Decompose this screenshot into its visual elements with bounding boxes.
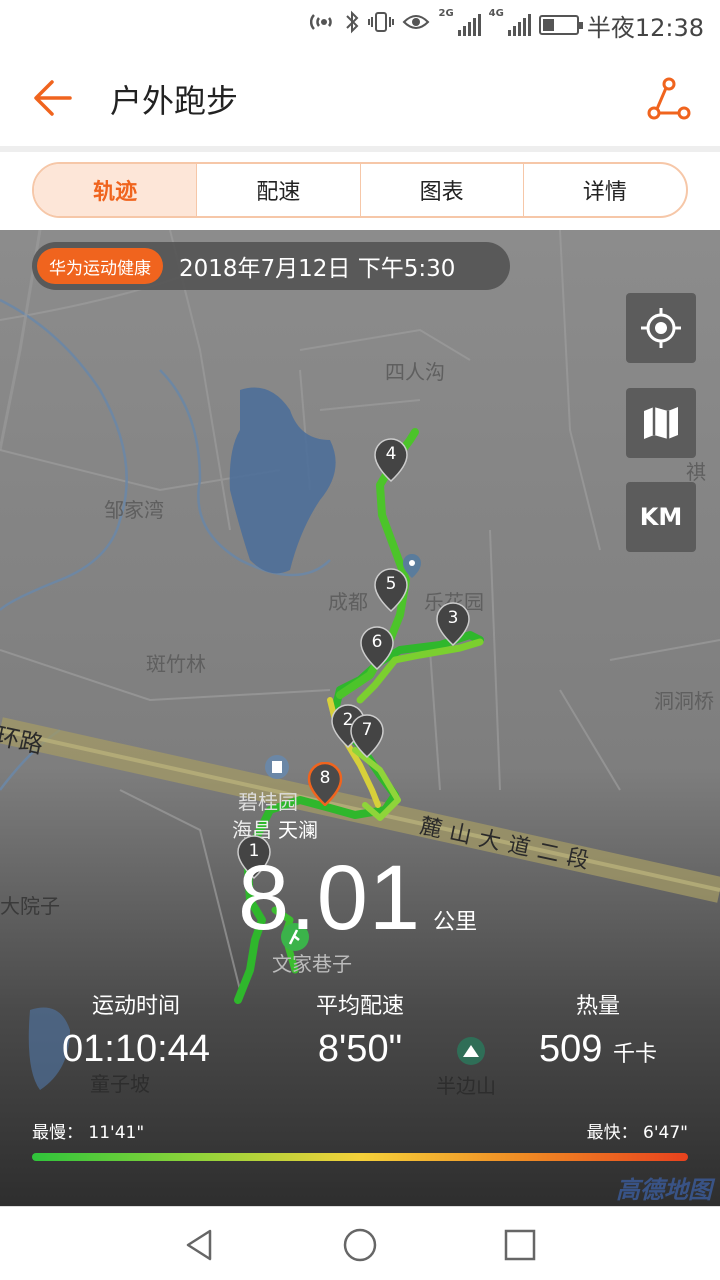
distance-value: 8.01: [238, 847, 422, 949]
pace-gradient-bar: [32, 1153, 688, 1161]
system-nav-bar: [0, 1206, 720, 1280]
map-label-dongdongqiao: 洞洞桥: [654, 689, 714, 713]
signal-icon: [457, 14, 481, 36]
map-label-biguiyuan: 碧桂园: [238, 790, 298, 814]
map-icon: [644, 407, 678, 439]
marker-label: 5: [385, 574, 397, 594]
battery-icon: [538, 15, 583, 35]
pace-scale: 最慢： 11'41" 最快： 6'47": [32, 1118, 688, 1161]
bluetooth-icon: [344, 10, 360, 40]
map-label-tongzipo: 童子坡: [90, 1072, 150, 1096]
marker-label: 6: [371, 632, 383, 652]
route-map[interactable]: 四人沟 邹家湾 斑竹林 成都 乐花园 洞洞桥 祺 环路 碧桂园 海昌 天澜 大院…: [0, 230, 720, 1206]
marker-label: 7: [361, 720, 373, 740]
page-title: 户外跑步: [110, 82, 239, 120]
pace-value: 8'50": [317, 1028, 403, 1070]
locate-icon: [641, 308, 681, 348]
duration-value: 01:10:44: [62, 1028, 210, 1070]
source-badge: 华为运动健康: [37, 248, 163, 284]
km-marker-5[interactable]: 5: [373, 568, 409, 612]
map-label-dayuanzi: 大院子: [0, 894, 60, 918]
calories-value: 509: [539, 1028, 603, 1070]
share-button[interactable]: [646, 76, 692, 122]
app-header: 户外跑步: [0, 50, 720, 146]
stat-duration: 运动时间 01:10:44: [26, 988, 246, 1071]
slowest-pace: 最慢： 11'41": [32, 1123, 145, 1143]
locate-button[interactable]: [626, 293, 696, 363]
status-bar: 2G 4G 半夜12:38: [0, 0, 720, 50]
share-icon: [647, 77, 691, 120]
fastest-pace: 最快： 6'47": [586, 1123, 688, 1143]
km-marker-8[interactable]: 8: [307, 762, 343, 806]
stat-calories: 热量 509 千卡: [488, 988, 708, 1071]
map-label-sirengou: 四人沟: [385, 360, 445, 384]
vibrate-icon: [368, 10, 395, 40]
nav-home-button[interactable]: [340, 1225, 380, 1265]
calories-value-wrap: 509 千卡: [488, 1028, 708, 1071]
distance-unit: 公里: [433, 910, 478, 935]
nav-recents-button[interactable]: [500, 1225, 540, 1265]
map-label-zoujiawan: 邹家湾: [104, 498, 164, 522]
stat-pace: 平均配速 8'50": [250, 988, 470, 1071]
marker-label: 4: [385, 444, 397, 464]
distance-block: 8.01 公里: [238, 846, 477, 951]
map-provider-logo: 高德地图: [616, 1176, 712, 1204]
network-type-2: 4G: [488, 8, 504, 19]
back-button[interactable]: [30, 76, 78, 120]
status-time: 半夜12:38: [586, 13, 704, 42]
nav-home-icon: [343, 1228, 377, 1262]
building-poi-icon: [265, 755, 289, 779]
pace-label: 平均配速: [315, 994, 404, 1019]
duration-label: 运动时间: [91, 994, 180, 1019]
calories-unit: 千卡: [612, 1041, 657, 1066]
map-label-chengdu: 成都: [328, 590, 368, 614]
km-marker-3[interactable]: 3: [435, 602, 471, 646]
map-label-wenjiaxiangzi: 文家巷子: [272, 952, 352, 976]
nav-recents-icon: [504, 1229, 536, 1261]
map-type-button[interactable]: [626, 388, 696, 458]
nfc-icon: [310, 11, 336, 39]
tab-track[interactable]: 轨迹: [34, 164, 197, 216]
back-arrow-icon: [34, 80, 72, 116]
km-marker-6[interactable]: 6: [359, 626, 395, 670]
signal-icon-2: [507, 14, 531, 36]
source-date-pill: 华为运动健康 2018年7月12日 下午5:30: [32, 242, 510, 290]
map-label-banbianshan: 半边山: [436, 1074, 496, 1098]
km-marker-7[interactable]: 7: [349, 714, 385, 758]
km-marker-4[interactable]: 4: [373, 438, 409, 482]
workout-datetime: 2018年7月12日 下午5:30: [179, 256, 456, 282]
calories-label: 热量: [575, 994, 620, 1019]
tab-chart[interactable]: 图表: [359, 164, 523, 216]
unit-km-button[interactable]: KM: [626, 482, 696, 552]
map-label-tianlan: 天澜: [278, 818, 318, 842]
map-label-qi: 祺: [686, 460, 706, 484]
eye-comfort-icon: [402, 12, 430, 38]
tabs-bar: 轨迹 配速 图表 详情: [0, 152, 720, 230]
network-type-1: 2G: [438, 8, 454, 19]
segmented-tabs: 轨迹 配速 图表 详情: [32, 162, 688, 218]
tab-details[interactable]: 详情: [522, 164, 686, 216]
nav-back-icon: [186, 1229, 212, 1261]
map-label-banzhulin: 斑竹林: [146, 652, 206, 676]
nav-back-button[interactable]: [180, 1225, 220, 1265]
marker-label: 3: [447, 608, 459, 628]
marker-label: 8: [319, 768, 331, 788]
tab-pace[interactable]: 配速: [196, 164, 359, 216]
